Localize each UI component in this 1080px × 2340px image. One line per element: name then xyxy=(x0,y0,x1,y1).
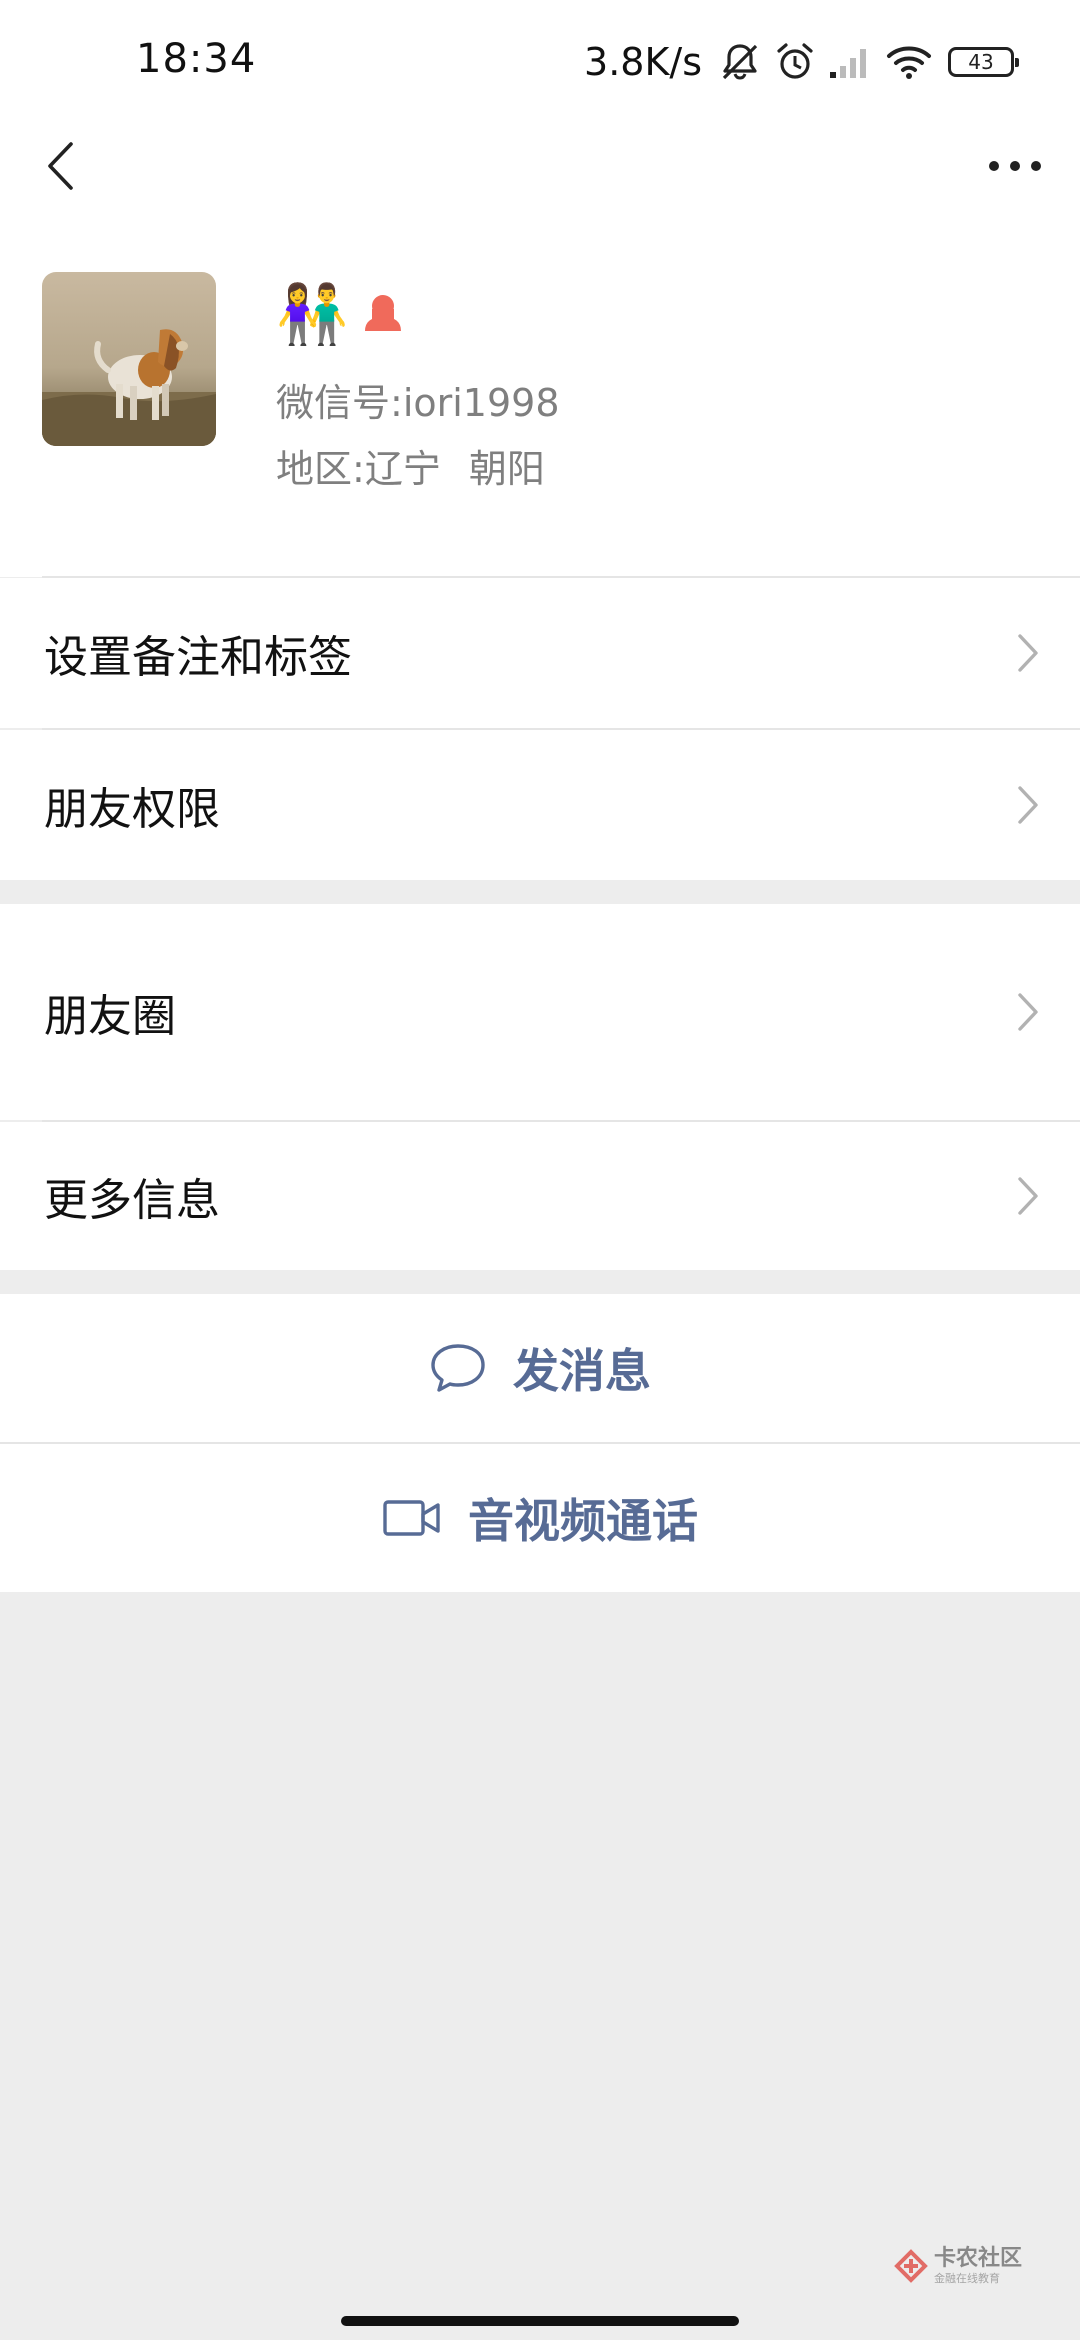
avatar[interactable] xyxy=(42,272,216,446)
wechat-id-value: iori1998 xyxy=(402,381,560,425)
status-icons: 3.8K/s 43 xyxy=(584,34,1019,90)
remark-tags-cell[interactable]: 设置备注和标签 xyxy=(0,578,1080,728)
status-bar: 18:34 3.8K/s 43 xyxy=(0,0,1080,120)
profile-header: 👫 微信号:iori1998 地区:辽宁 朝阳 xyxy=(0,210,1080,577)
female-icon xyxy=(362,291,404,337)
more-dots-icon xyxy=(989,161,1041,171)
network-speed: 3.8K/s xyxy=(584,40,702,84)
wechat-id-label: 微信号: xyxy=(276,381,403,425)
more-button[interactable] xyxy=(980,132,1050,200)
chat-bubble-icon xyxy=(431,1344,485,1392)
contact-profile-screen: 18:34 3.8K/s 43 👫 微信号:iori1998 地区:辽宁 朝阳 … xyxy=(0,0,1080,2340)
back-button[interactable] xyxy=(30,132,90,200)
av-call-button[interactable]: 音视频通话 xyxy=(0,1444,1080,1592)
nickname: 👫 xyxy=(276,272,404,356)
video-camera-icon xyxy=(383,1500,440,1536)
top-nav xyxy=(0,120,1080,210)
more-info-label: 更多信息 xyxy=(44,1175,220,1226)
dog-photo-avatar xyxy=(42,272,216,446)
chevron-right-icon xyxy=(1018,1177,1038,1215)
chevron-right-icon xyxy=(1018,786,1038,824)
battery-icon: 43 xyxy=(948,47,1019,77)
status-time: 18:34 xyxy=(136,36,257,82)
region-city: 朝阳 xyxy=(468,447,545,491)
back-chevron-icon xyxy=(48,142,73,190)
remark-tags-label: 设置备注和标签 xyxy=(44,632,352,683)
send-message-button[interactable]: 发消息 xyxy=(0,1294,1080,1442)
friend-permissions-label: 朋友权限 xyxy=(44,784,220,835)
nickname-emoji: 👫 xyxy=(276,280,349,348)
watermark-main: 卡农社区 xyxy=(933,2246,1022,2271)
region-label: 地区: xyxy=(276,447,365,491)
moments-cell[interactable]: 朋友圈 xyxy=(0,904,1080,1120)
region-province: 辽宁 xyxy=(364,447,441,491)
wechat-id-row: 微信号:iori1998 xyxy=(276,372,560,427)
watermark: 卡农社区 金融在线教育 xyxy=(894,2248,1022,2284)
signal-icon xyxy=(828,44,874,80)
chevron-right-icon xyxy=(1018,634,1038,672)
send-message-label: 发消息 xyxy=(513,1344,651,1398)
moments-label: 朋友圈 xyxy=(44,991,176,1042)
av-call-label: 音视频通话 xyxy=(468,1494,698,1548)
home-indicator[interactable] xyxy=(341,2316,739,2326)
chevron-right-icon xyxy=(1018,993,1038,1031)
region-row: 地区:辽宁 朝阳 xyxy=(276,438,545,493)
kanong-logo-icon xyxy=(894,2249,928,2283)
watermark-sub: 金融在线教育 xyxy=(933,2272,1000,2285)
alarm-icon xyxy=(774,41,816,83)
more-info-cell[interactable]: 更多信息 xyxy=(0,1122,1080,1270)
notifications-muted-icon xyxy=(718,40,762,84)
wifi-icon xyxy=(886,44,932,80)
friend-permissions-cell[interactable]: 朋友权限 xyxy=(0,730,1080,880)
